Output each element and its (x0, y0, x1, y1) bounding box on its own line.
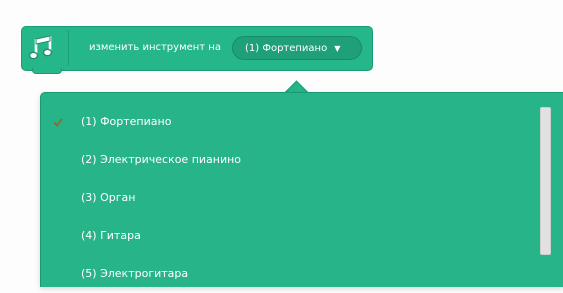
instrument-menu: (1) Фортепиано (2) Электрическое пианино… (40, 92, 563, 287)
menu-item-label: (4) Гитара (81, 229, 141, 242)
instrument-dropdown-value: (1) Фортепиано (245, 42, 328, 54)
block-icon-divider (68, 30, 69, 66)
menu-item-piano[interactable]: (1) Фортепиано (41, 103, 531, 141)
checkmark-icon (51, 103, 65, 141)
menu-item-guitar[interactable]: (4) Гитара (41, 217, 531, 255)
chevron-down-icon: ▼ (334, 43, 341, 53)
menu-item-label: (1) Фортепиано (81, 115, 172, 128)
instrument-dropdown[interactable]: (1) Фортепиано ▼ (232, 36, 362, 60)
music-notes-icon (26, 30, 64, 66)
block-notch (32, 68, 62, 74)
menu-item-electric-guitar[interactable]: (5) Электрогитара (41, 255, 531, 293)
instrument-menu-list: (1) Фортепиано (2) Электрическое пианино… (41, 103, 531, 293)
menu-scrollbar-thumb[interactable] (540, 107, 551, 255)
menu-scrollbar[interactable] (538, 103, 554, 288)
menu-item-organ[interactable]: (3) Орган (41, 179, 531, 217)
menu-item-label: (5) Электрогитара (81, 267, 189, 280)
menu-item-label: (3) Орган (81, 191, 136, 204)
menu-item-electric-piano[interactable]: (2) Электрическое пианино (41, 141, 531, 179)
block-label: изменить инструмент на (89, 42, 221, 53)
menu-item-label: (2) Электрическое пианино (81, 153, 242, 166)
